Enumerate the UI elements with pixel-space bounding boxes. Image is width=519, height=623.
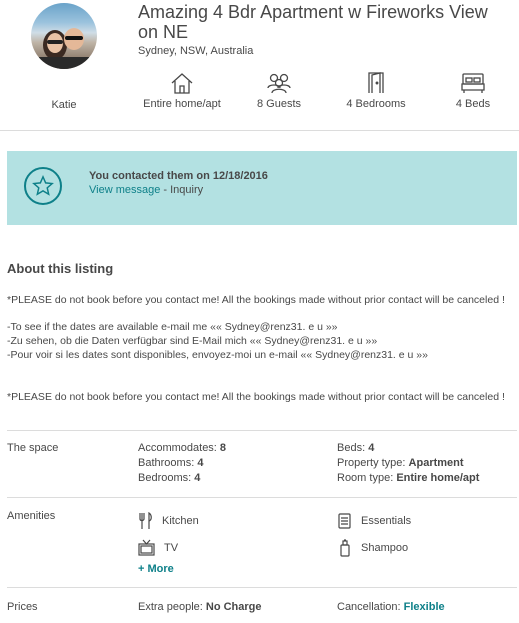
property-type: Property type: Apartment [337, 457, 464, 469]
host-name[interactable]: Katie [0, 99, 128, 111]
amenity-essentials: Essentials [337, 512, 411, 530]
bathrooms: Bathrooms: 4 [138, 457, 203, 469]
stat-label: 8 Guests [256, 98, 302, 110]
extra-people: Extra people: No Charge [138, 601, 262, 613]
accommodates-value: 8 [219, 442, 227, 454]
accommodates-label: Accommodates: [138, 442, 220, 454]
stat-beds: 4 Beds [428, 72, 518, 110]
beds-value: 4 [368, 442, 375, 454]
stat-room-type: Entire home/apt [137, 72, 227, 110]
amenity-label: Shampoo [361, 542, 409, 554]
space-label: The space [7, 442, 59, 454]
stat-guests: 8 Guests [234, 72, 324, 110]
contacted-text: You contacted them on 12/18/2016 [89, 170, 268, 182]
star-icon [32, 175, 54, 196]
amenity-tv: TV [138, 539, 178, 557]
view-message-link[interactable]: View message [89, 184, 160, 196]
about-paragraph-2-line-3: -Pour voir si les dates sont disponibles… [7, 349, 428, 361]
tv-icon [138, 539, 155, 556]
beds: Beds: 4 [337, 442, 374, 454]
bedrooms-value: 4 [194, 472, 201, 484]
host-avatar[interactable] [31, 3, 97, 69]
banner-sub: View message - Inquiry [89, 184, 203, 196]
extra-people-value: No Charge [205, 601, 262, 613]
room-type-value: Entire home/apt [396, 472, 480, 484]
beds-label: Beds: [337, 442, 369, 454]
bedrooms-label: Bedrooms: [138, 472, 195, 484]
about-heading: About this listing [7, 261, 114, 276]
stat-label: Entire home/apt [143, 98, 221, 110]
bathrooms-value: 4 [197, 457, 204, 469]
bedrooms: Bedrooms: 4 [138, 472, 200, 484]
room-type: Room type: Entire home/apt [337, 472, 479, 484]
contact-banner: You contacted them on 12/18/2016 View me… [7, 151, 517, 225]
about-paragraph-2-line-2: -Zu sehen, ob die Daten verfügbar sind E… [7, 335, 378, 347]
amenity-shampoo: Shampoo [337, 539, 408, 557]
banner-icon-circle [24, 167, 62, 205]
amenity-label: TV [164, 542, 179, 554]
divider [7, 587, 517, 588]
divider [0, 130, 519, 131]
stat-bedrooms: 4 Bedrooms [331, 72, 421, 110]
stat-label: 4 Bedrooms [346, 98, 406, 110]
bed-icon [461, 73, 485, 93]
about-paragraph-2-line-1: -To see if the dates are available e-mai… [7, 321, 338, 333]
guests-icon [267, 73, 291, 94]
cancellation-policy-link[interactable]: Flexible [404, 601, 445, 613]
essentials-icon [338, 513, 351, 529]
listing-title: Amazing 4 Bdr Apartment w Fireworks View… [138, 2, 488, 42]
house-icon [171, 73, 193, 94]
inquiry-status: - Inquiry [160, 184, 204, 196]
property-type-label: Property type: [337, 457, 409, 469]
shampoo-icon [340, 539, 350, 557]
property-type-value: Apartment [408, 457, 464, 469]
more-amenities-link[interactable]: + More [138, 563, 174, 575]
divider [7, 497, 517, 498]
accommodates: Accommodates: 8 [138, 442, 226, 454]
about-paragraph-3: *PLEASE do not book before you contact m… [7, 391, 505, 403]
cancellation-label: Cancellation: [337, 601, 404, 613]
door-icon [368, 72, 384, 93]
about-paragraph-1: *PLEASE do not book before you contact m… [7, 294, 505, 306]
bathrooms-label: Bathrooms: [138, 457, 198, 469]
prices-label: Prices [7, 601, 38, 613]
cancellation: Cancellation: Flexible [337, 601, 445, 613]
amenity-label: Kitchen [162, 515, 199, 527]
kitchen-icon [139, 512, 152, 529]
amenity-kitchen: Kitchen [138, 512, 199, 530]
divider [7, 430, 517, 431]
stat-label: 4 Beds [455, 98, 491, 110]
amenities-label: Amenities [7, 510, 56, 522]
extra-people-label: Extra people: [138, 601, 206, 613]
amenity-label: Essentials [361, 515, 412, 527]
listing-location: Sydney, NSW, Australia [138, 45, 254, 57]
room-type-label: Room type: [337, 472, 397, 484]
